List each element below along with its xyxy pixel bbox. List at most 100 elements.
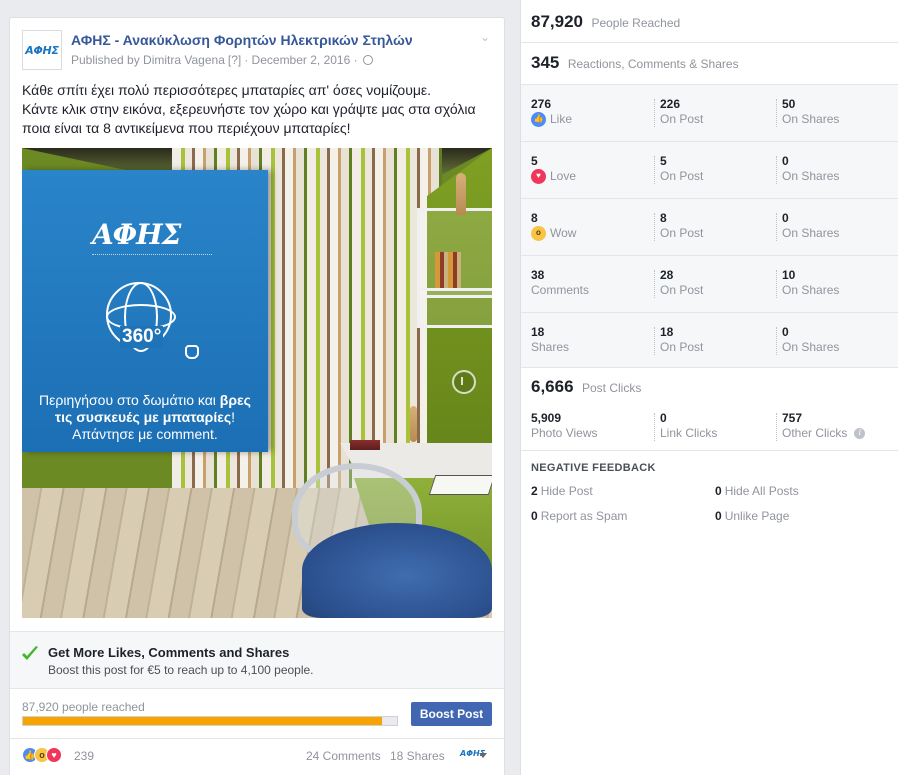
divider [776, 99, 777, 127]
hide-post-stat: 2 Hide Post [531, 484, 593, 498]
chair-seat [302, 523, 492, 618]
like-label: Like [550, 112, 573, 126]
divider [776, 413, 777, 441]
globe-icon [362, 55, 373, 65]
link-clicks-label: Link Clicks [660, 426, 718, 440]
banner-line1-prefix: Περιηγήσου στο δωμάτιο και [39, 392, 220, 408]
hide-all-posts-stat: 0 Hide All Posts [715, 484, 799, 498]
boost-description: Boost this post for €5 to reach up to 4,… [48, 663, 314, 677]
spam-value: 0 [531, 509, 538, 523]
report-spam-stat: 0 Report as Spam [531, 509, 627, 523]
comments-on-shares: 10 [782, 268, 796, 282]
love-icon: ♥ [531, 168, 546, 184]
banner-text: Περιηγήσου στο δωμάτιο και βρες τις συσκ… [22, 392, 268, 443]
wow-label: Wow [550, 226, 577, 240]
comments-total: 38 [531, 268, 545, 282]
cell-on-post: 226 On Post [660, 97, 703, 127]
people-reached-value: 87,920 [531, 12, 583, 31]
comments-count-link[interactable]: 24 Comments [306, 749, 381, 763]
page-avatar[interactable]: ΑΦΗΣ [22, 30, 62, 70]
page-logo-text: ΑΦΗΣ [25, 43, 59, 57]
cell-on-post: 8 On Post [660, 211, 703, 241]
unlike-label: Unlike Page [724, 509, 790, 523]
hand-drag-icon [185, 345, 199, 359]
post-meta: Published by Dimitra Vagena [?] · Decemb… [71, 53, 373, 67]
cell-total: 276 👍 Like [531, 97, 572, 127]
desk-paper [428, 475, 492, 495]
divider [654, 270, 655, 298]
cell-on-shares: 0 On Shares [782, 154, 839, 184]
post-text-line: Κάθε σπίτι έχει πολύ περισσότερες μπαταρ… [22, 82, 432, 98]
reactions-text: Reactions, Comments & Shares [567, 57, 739, 71]
shares-on-post: 18 [660, 325, 674, 339]
cell-on-shares: 0 On Shares [782, 325, 839, 355]
divider [654, 413, 655, 441]
banner-logo-tagline [92, 254, 212, 257]
divider [776, 327, 777, 355]
cell-on-shares: 10 On Shares [782, 268, 839, 298]
boost-promo: Get More Likes, Comments and Shares Boos… [10, 631, 504, 689]
negative-feedback-section: NEGATIVE FEEDBACK 2 Hide Post 0 Hide All P… [521, 451, 898, 551]
page-name-link[interactable]: ΑΦΗΣ - Ανακύκλωση Φορητών Ηλεκτρικών Στη… [71, 32, 413, 48]
on-post-label: On Post [660, 226, 704, 240]
hide-post-label: Hide Post [540, 484, 593, 498]
love-label: Love [550, 169, 577, 183]
divider [776, 213, 777, 241]
banner-line3: Απάντησε με comment. [72, 426, 218, 442]
post-text-line: Κάντε κλικ στην εικόνα, εξερευνήστε τον … [22, 101, 476, 117]
shares-on-shares: 0 [782, 325, 789, 339]
love-on-post: 5 [660, 154, 667, 168]
caret-down-icon[interactable] [479, 753, 487, 758]
post-header: ΑΦΗΣ ΑΦΗΣ - Ανακύκλωση Φορητών Ηλεκτρικώ… [22, 30, 492, 72]
on-shares-label: On Shares [782, 226, 840, 240]
wall-shelf-lower [417, 288, 492, 328]
reaction-icons[interactable]: 👍 o ♥ [22, 747, 62, 763]
post-insights-panel: 87,920 People Reached 345 Reactions, Com… [520, 0, 898, 775]
shares-total: 18 [531, 325, 545, 339]
unlike-value: 0 [715, 509, 722, 523]
on-shares-label: On Shares [782, 283, 840, 297]
unlike-page-stat: 0 Unlike Page [715, 509, 789, 523]
on-post-label: On Post [660, 112, 704, 126]
help-marker[interactable]: [?] [228, 53, 241, 67]
people-reached-row: 87,920 People Reached [521, 0, 898, 43]
link-clicks-value: 0 [660, 411, 667, 425]
wow-on-post: 8 [660, 211, 667, 225]
rotate-360-icon[interactable] [452, 370, 476, 394]
like-icon: 👍 [531, 111, 546, 127]
boost-post-button[interactable]: Boost Post [411, 702, 492, 726]
post-360-photo[interactable]: ΑΦΗΣ 360° Περιηγήσου στο δωμάτιο και βρε… [22, 148, 492, 618]
divider [654, 327, 655, 355]
like-on-shares: 50 [782, 97, 796, 111]
wooden-figurine [456, 173, 466, 215]
divider [776, 156, 777, 184]
info-icon[interactable]: i [854, 427, 866, 439]
post-clicks-value: 6,666 [531, 377, 574, 396]
other-clicks-value: 757 [782, 411, 803, 425]
wow-on-shares: 0 [782, 211, 789, 225]
on-post-label: On Post [660, 169, 704, 183]
love-on-shares: 0 [782, 154, 789, 168]
reaction-count[interactable]: 239 [74, 749, 94, 763]
cell-total: 18 Shares [531, 325, 569, 355]
post-clicks-section: 6,666 Post Clicks 5,909 Photo Views 0 Li… [521, 368, 898, 451]
photo-views-value: 5,909 [531, 411, 562, 425]
post-date[interactable]: · December 2, 2016 · [244, 53, 357, 67]
reactions-breakdown: 276 👍 Like 226 On Post 50 On Shares 5 ♥ Lo… [521, 85, 898, 368]
people-reached-text: People Reached [591, 16, 681, 30]
like-on-post: 226 [660, 97, 681, 111]
cell-on-post: 28 On Post [660, 268, 703, 298]
banner-line2-bold: τις συσκευές με μπαταρίες [54, 409, 232, 425]
chevron-down-icon[interactable]: ⌄ [478, 30, 492, 44]
published-by[interactable]: Published by Dimitra Vagena [71, 53, 225, 67]
post-clicks-text: Post Clicks [582, 381, 642, 395]
photo-views-label: Photo Views [531, 426, 598, 440]
spam-label: Report as Spam [540, 509, 628, 523]
wow-total: 8 [531, 211, 538, 225]
banner-logo: ΑΦΗΣ [92, 218, 181, 251]
comments-label: Comments [531, 283, 590, 297]
shares-count-link[interactable]: 18 Shares [390, 749, 445, 763]
post-message: Κάθε σπίτι έχει πολύ περισσότερες μπαταρ… [22, 81, 497, 138]
photo-views-cell: 5,909 Photo Views [531, 411, 598, 441]
post-clicks-header: 6,666 Post Clicks [531, 377, 641, 397]
